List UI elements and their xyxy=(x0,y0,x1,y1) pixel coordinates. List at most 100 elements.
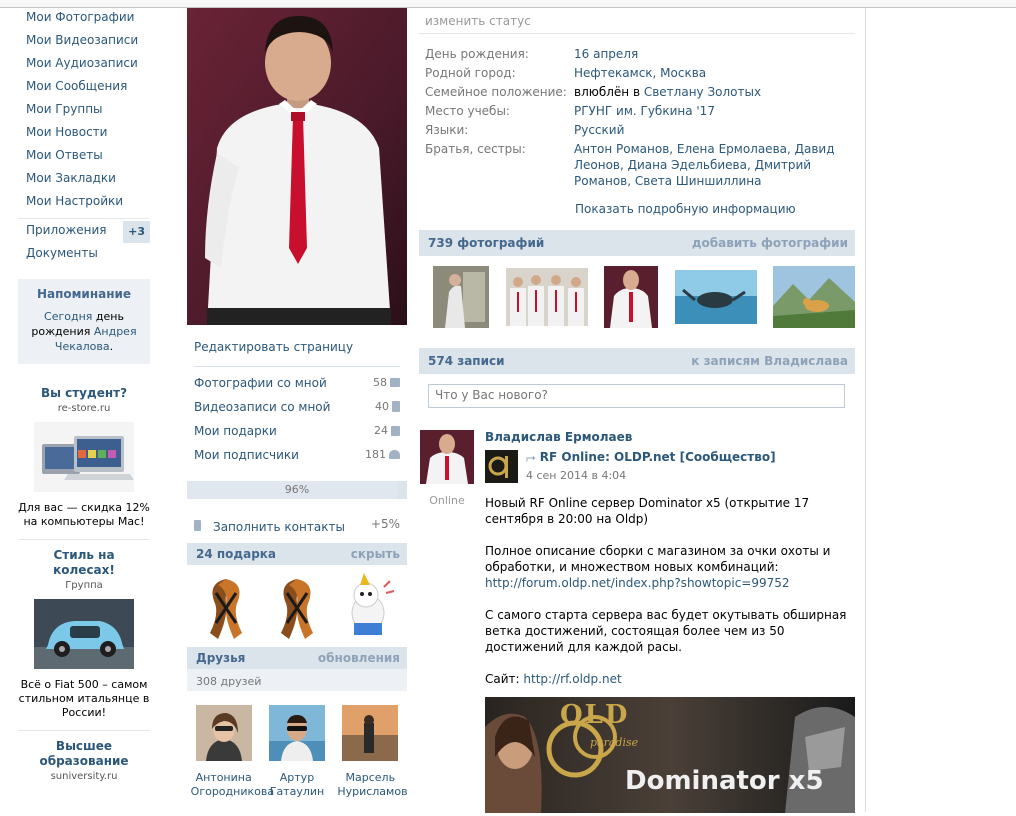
counter-videos-with-me[interactable]: Видеозаписи со мной 40 xyxy=(194,399,400,423)
photo-thumb[interactable] xyxy=(604,266,658,328)
ad-title[interactable]: Стиль на колесах! xyxy=(49,548,119,578)
friend-item[interactable]: Артур Гатаулин xyxy=(264,705,330,799)
menu-apps[interactable]: Приложения +3 xyxy=(18,221,150,244)
friends-header: Друзья обновления xyxy=(187,647,407,669)
photo-thumb[interactable] xyxy=(773,266,855,328)
fill-contacts-text: Заполнить контакты xyxy=(213,520,345,534)
gift-dog-1[interactable] xyxy=(340,573,396,643)
profile-info: День рождения: 16 апреля Родной город: Н… xyxy=(419,34,855,189)
fill-contacts-link[interactable]: Заполнить контакты +5% xyxy=(187,499,407,543)
friend-first-name: Артур xyxy=(279,771,315,784)
friend-avatar[interactable] xyxy=(268,705,325,761)
info-row-languages: Языки: Русский xyxy=(425,122,849,138)
menu-news[interactable]: Мои Новости xyxy=(18,123,150,146)
gift-ribbon-1[interactable] xyxy=(198,573,254,643)
show-more-info-link[interactable]: Показать подробную информацию xyxy=(419,192,855,230)
ad-block[interactable]: Высшее образование suniversity.ru xyxy=(18,731,150,792)
info-value[interactable]: Антон Романов, Елена Ермолаева, Давид Ле… xyxy=(574,141,844,189)
phone-icon xyxy=(194,520,201,531)
gift-icon xyxy=(391,426,400,436)
add-photos-link[interactable]: добавить фотографии xyxy=(692,236,848,250)
post-paragraph: Новый RF Online сервер Dominator x5 (отк… xyxy=(485,496,810,526)
change-status-link[interactable]: изменить статус xyxy=(419,8,855,34)
counter-value: 181 xyxy=(365,447,400,471)
ad-block[interactable]: Стиль на колесах! Группа Всё о Fiat 500 … xyxy=(18,540,150,731)
friends-title[interactable]: Друзья xyxy=(196,651,245,665)
menu-bookmarks[interactable]: Мои Закладки xyxy=(18,169,150,192)
ad-car-image[interactable] xyxy=(34,599,134,669)
ad-block[interactable]: Вы студент? re-store.ru Для вас — скидка… xyxy=(18,378,150,540)
ad-title[interactable]: Высшее образование xyxy=(39,739,129,769)
film-icon xyxy=(392,401,400,412)
group-name: RF Online: OLDP.net [Сообщество] xyxy=(539,450,776,464)
menu-settings[interactable]: Мои Настройки xyxy=(18,192,150,215)
photo-thumb[interactable] xyxy=(674,266,757,328)
edit-page-link[interactable]: Редактировать страницу xyxy=(187,328,407,366)
group-name-link[interactable]: ⮣ RF Online: OLDP.net [Сообщество] xyxy=(526,450,776,465)
birthday-reminder: Напоминание Сегодня день рождения Андрея… xyxy=(18,279,150,364)
gifts-header: 24 подарка скрыть xyxy=(187,543,407,565)
friends-count[interactable]: 308 друзей xyxy=(187,669,407,691)
menu-videos[interactable]: Мои Видеозаписи xyxy=(18,31,150,54)
friend-item[interactable]: Марсель Нурисламов xyxy=(337,705,408,799)
counter-number: 24 xyxy=(374,424,388,437)
info-label: Языки: xyxy=(425,123,469,137)
site-link[interactable]: http://rf.oldp.net xyxy=(523,672,621,686)
reminder-today-link[interactable]: Сегодня xyxy=(44,310,92,323)
info-value[interactable]: РГУНГ им. Губкина '17 xyxy=(574,103,844,119)
profile-counters: Фотографии со мной 58 Видеозаписи со мно… xyxy=(187,367,407,475)
info-value[interactable]: Русский xyxy=(574,122,844,138)
apps-count-badge[interactable]: +3 xyxy=(123,221,150,243)
friends-updates-link[interactable]: обновления xyxy=(318,651,400,665)
post-author-avatar[interactable] xyxy=(420,430,474,484)
post-text: Новый RF Online сервер Dominator x5 (отк… xyxy=(485,495,855,687)
repost-info: ⮣ RF Online: OLDP.net [Сообщество] 4 сен… xyxy=(526,450,776,482)
menu-groups[interactable]: Мои Группы xyxy=(18,100,150,123)
ad-text: Для вас — скидка 12% на компьютеры Mac! xyxy=(18,501,150,528)
to-posts-link[interactable]: к записям Владислава xyxy=(691,354,848,368)
group-logo[interactable] xyxy=(485,450,518,483)
gifts-hide-link[interactable]: скрыть xyxy=(351,547,400,561)
ad-laptop-image[interactable] xyxy=(34,422,134,492)
wall-post-input[interactable]: Что у Вас нового? xyxy=(428,384,845,408)
info-value[interactable]: 16 апреля xyxy=(574,46,844,62)
repost-arrow-icon: ⮣ xyxy=(526,450,536,464)
photos-title[interactable]: 739 фотографий xyxy=(428,236,544,250)
friend-item[interactable]: Антонина Огородникова xyxy=(191,705,274,799)
counter-followers[interactable]: Мои подписчики 181 xyxy=(194,447,400,471)
post-date[interactable]: 4 сен 2014 в 4:04 xyxy=(526,469,776,482)
reminder-name-last[interactable]: Чекалова xyxy=(55,340,110,353)
friend-avatar[interactable] xyxy=(342,705,399,761)
online-status: Online xyxy=(429,494,465,507)
friend-avatar[interactable] xyxy=(195,705,252,761)
menu-audio[interactable]: Мои Аудиозаписи xyxy=(18,54,150,77)
counter-label: Мои подарки xyxy=(194,424,277,438)
page-right-border xyxy=(865,8,866,812)
photo-thumb[interactable] xyxy=(505,266,588,328)
forum-link[interactable]: http://forum.oldp.net/index.php?showtopi… xyxy=(485,576,790,590)
gifts-title[interactable]: 24 подарка xyxy=(196,547,276,561)
menu-documents[interactable]: Документы xyxy=(18,244,150,267)
photo-thumb[interactable] xyxy=(433,266,489,328)
ad-domain: re-store.ru xyxy=(57,403,111,414)
counter-gifts[interactable]: Мои подарки 24 xyxy=(194,423,400,447)
friend-last-name: Гатаулин xyxy=(269,785,325,798)
reminder-name-first[interactable]: Андрея xyxy=(94,325,137,338)
post-author-name[interactable]: Владислав Ермолаев xyxy=(485,430,855,444)
counter-photos-with-me[interactable]: Фотографии со мной 58 xyxy=(194,375,400,399)
info-label: День рождения: xyxy=(425,47,529,61)
profile-photo[interactable] xyxy=(187,8,407,325)
post-author-column: Online xyxy=(419,430,475,816)
post-paragraph: Полное описание сборки с магазином за оч… xyxy=(485,543,855,591)
menu-answers[interactable]: Мои Ответы xyxy=(18,146,150,169)
partner-link[interactable]: Светлану Золотых xyxy=(644,85,761,99)
counter-label: Видеозаписи со мной xyxy=(194,400,331,414)
menu-messages[interactable]: Мои Сообщения xyxy=(18,77,150,100)
gift-ribbon-2[interactable] xyxy=(269,573,325,643)
menu-photos[interactable]: Мои Фотографии xyxy=(18,8,150,31)
ad-title[interactable]: Вы студент? xyxy=(18,386,150,401)
info-label: Место учебы: xyxy=(425,104,510,118)
info-value[interactable]: Нефтекамск, Москва xyxy=(574,65,844,81)
wall-title[interactable]: 574 записи xyxy=(428,354,505,368)
wall-post: Online Владислав Ермолаев ⮣ RF Online: O… xyxy=(419,418,855,816)
